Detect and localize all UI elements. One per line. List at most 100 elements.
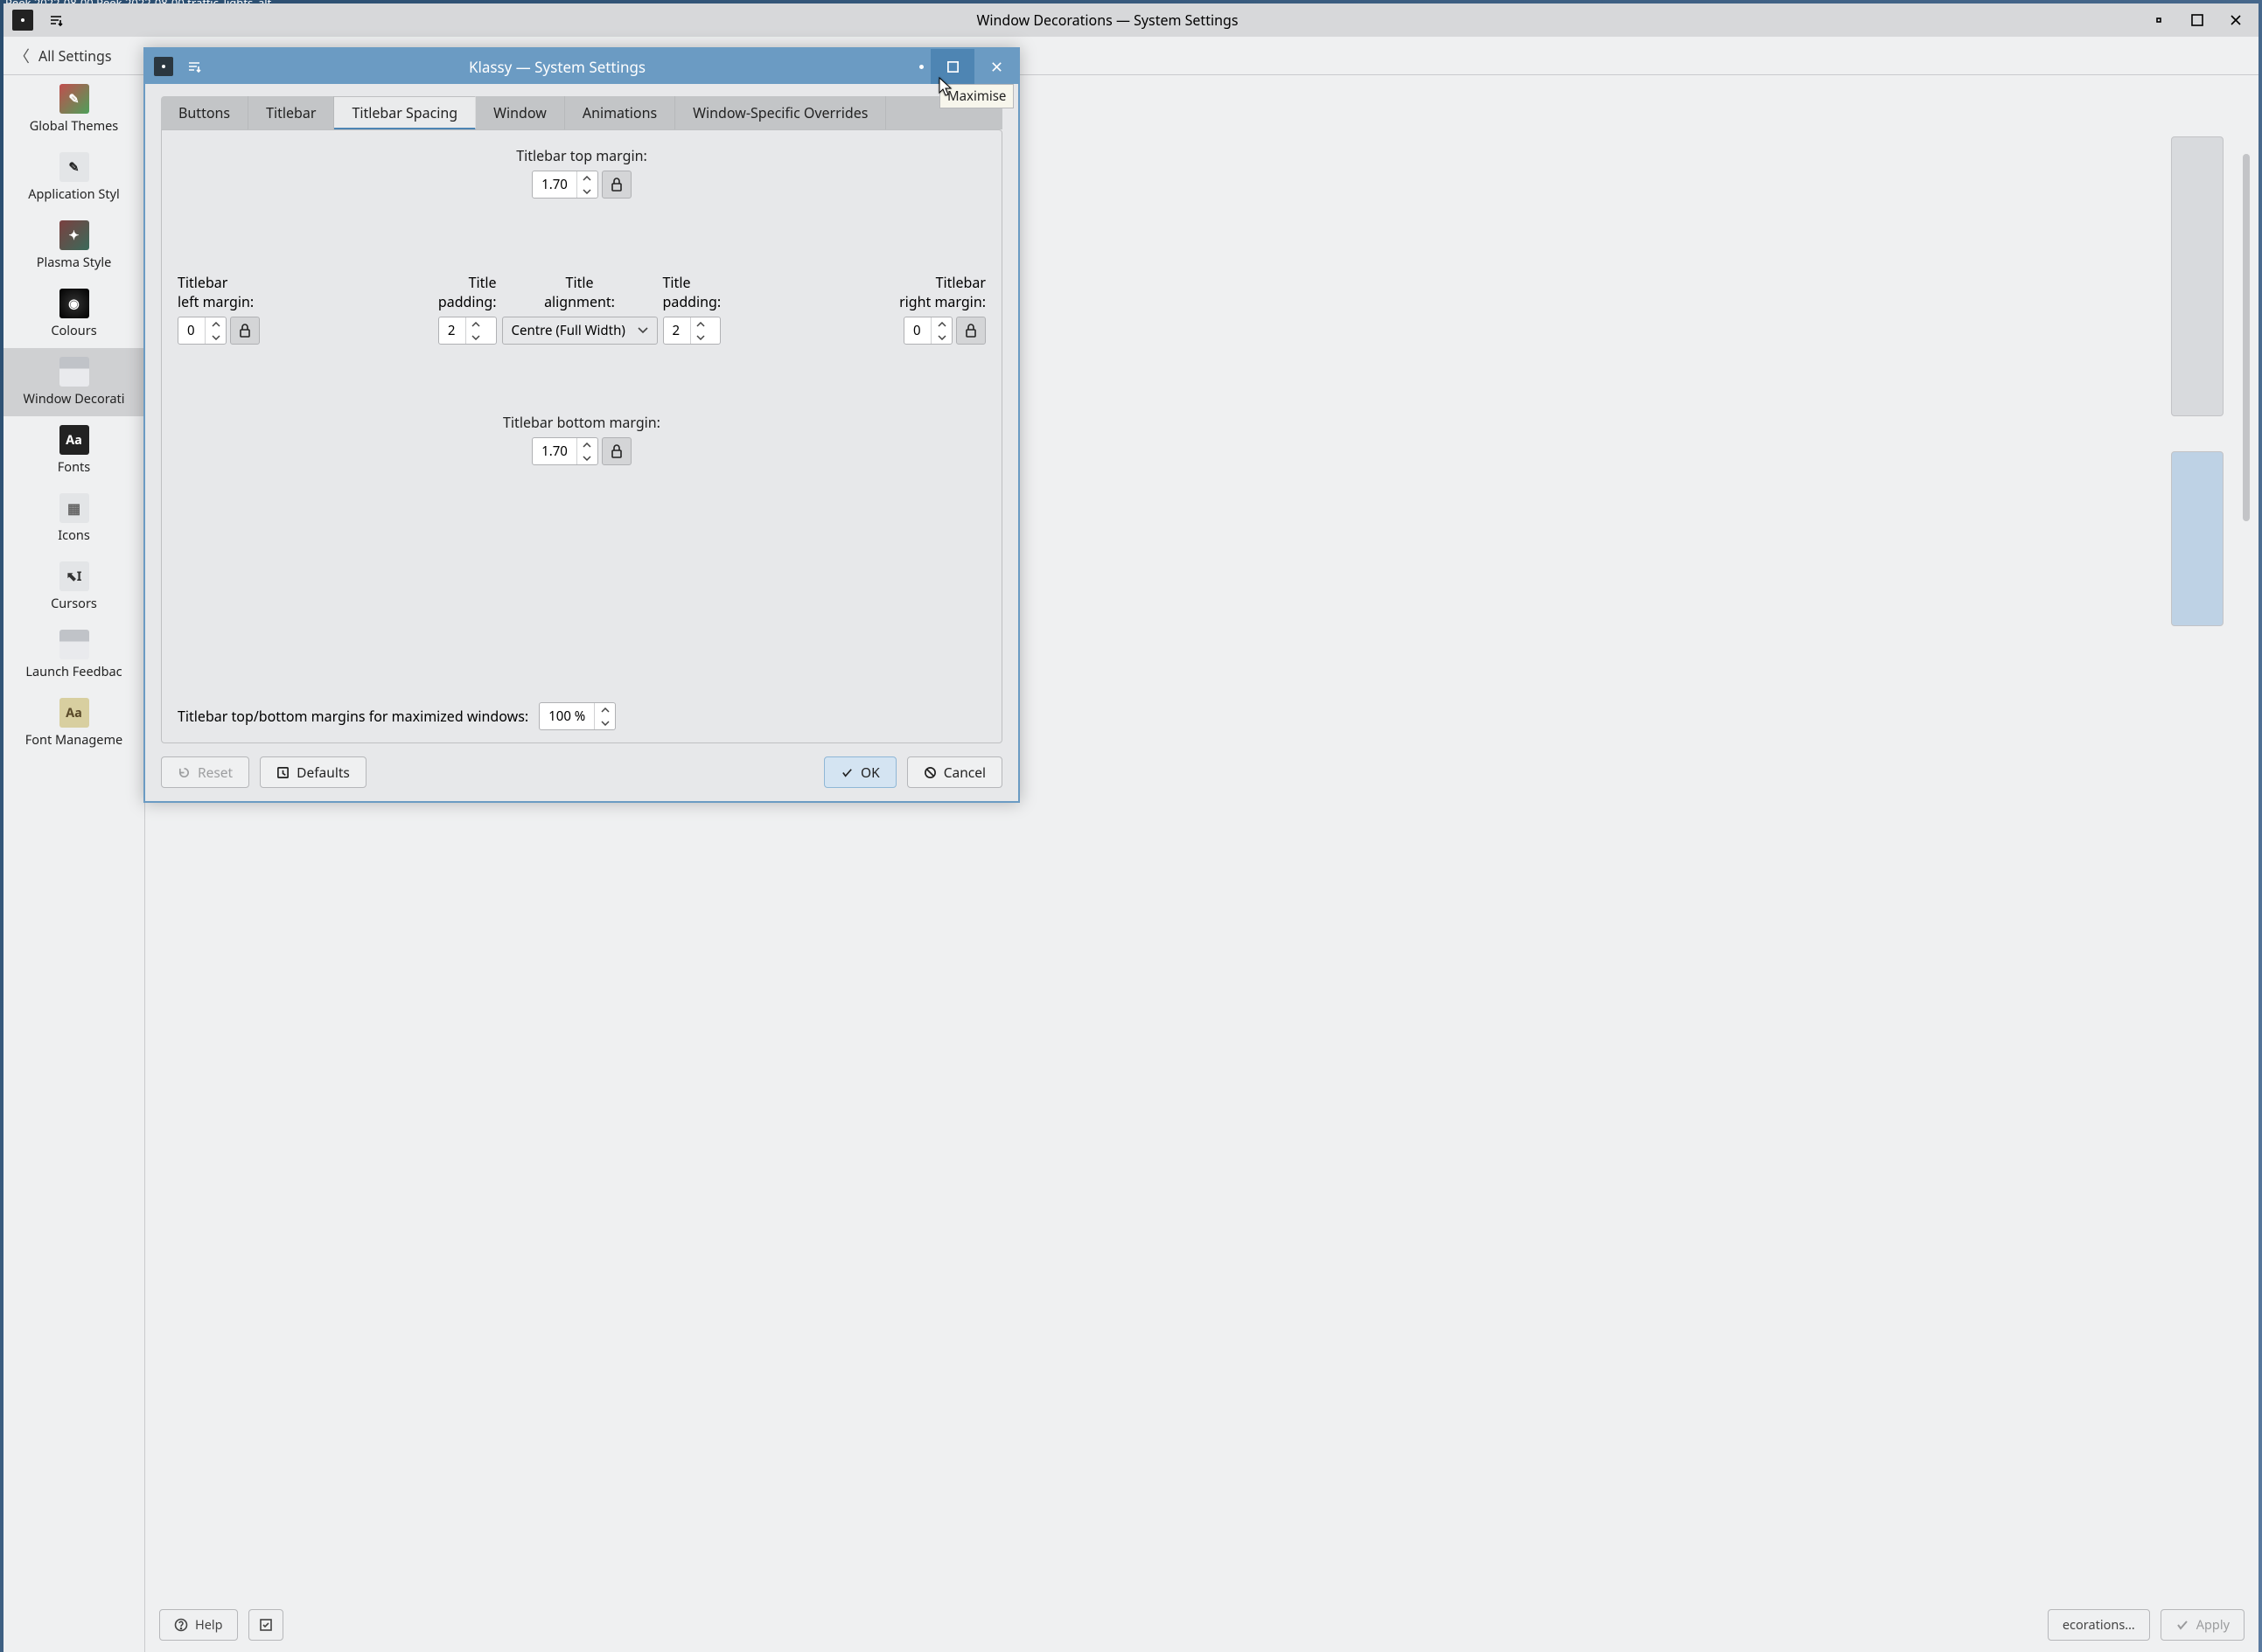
right-margin-spinbox[interactable]: 0 <box>904 317 953 345</box>
cancel-button[interactable]: Cancel <box>907 756 1002 788</box>
left-margin-spinbox[interactable]: 0 <box>178 317 227 345</box>
sidebar-item-launch-feedback[interactable]: Launch Feedbac <box>3 621 144 689</box>
sidebar-item-colours[interactable]: ◉Colours <box>3 280 144 348</box>
titlebar-spacing-panel: Titlebar top margin: 1.70 Titlebarleft m… <box>161 129 1002 743</box>
chevron-left-icon: 〈 <box>14 45 30 67</box>
app-icon <box>12 10 33 31</box>
sidebar-item-icons[interactable]: ▦Icons <box>3 484 144 553</box>
sidebar-item-fonts[interactable]: AaFonts <box>3 416 144 484</box>
spin-down-icon[interactable] <box>466 331 486 344</box>
tooltip: Maximise <box>939 84 1014 108</box>
spin-up-icon[interactable] <box>595 703 615 716</box>
spin-up-icon[interactable] <box>691 317 711 331</box>
sidebar-item-label: Font Manageme <box>25 731 122 749</box>
sidebar-item-label: Plasma Style <box>37 254 112 271</box>
bottom-margin-label: Titlebar bottom margin: <box>171 413 993 432</box>
maximized-margins-label: Titlebar top/bottom margins for maximize… <box>178 707 528 726</box>
button-label: Apply <box>2196 1616 2230 1634</box>
spin-up-icon[interactable] <box>206 317 226 331</box>
title-padding-label-left: Titlepadding: <box>438 274 497 311</box>
scrollbar[interactable] <box>2243 154 2250 521</box>
tab-buttons[interactable]: Buttons <box>161 96 248 129</box>
sort-icon[interactable] <box>185 58 203 75</box>
spin-up-icon[interactable] <box>466 317 486 331</box>
title-padding-right-spinbox[interactable]: 2 <box>663 317 722 345</box>
parent-titlebar: Window Decorations — System Settings <box>3 3 2259 37</box>
tab-window[interactable]: Window <box>476 96 565 129</box>
keep-above-icon[interactable] <box>911 49 931 84</box>
get-decorations-button[interactable]: ecorations… <box>2048 1609 2150 1641</box>
button-label: Reset <box>198 763 233 782</box>
lock-button[interactable] <box>602 171 632 199</box>
button-label: Help <box>195 1616 223 1634</box>
sidebar-item-label: Application Styl <box>28 185 120 203</box>
sidebar-item-label: Global Themes <box>30 117 119 135</box>
dialog-title: Klassy — System Settings <box>203 57 911 77</box>
reset-button[interactable]: Reset <box>161 756 249 788</box>
close-icon[interactable] <box>2227 11 2245 29</box>
maximize-button[interactable] <box>931 49 974 84</box>
decoration-thumbnail[interactable] <box>2171 136 2224 416</box>
spinbox-value: 0 <box>904 317 931 344</box>
spin-down-icon[interactable] <box>577 451 597 464</box>
sidebar-item-global-themes[interactable]: ✎Global Themes <box>3 75 144 143</box>
title-alignment-combobox[interactable]: Centre (Full Width) <box>502 317 658 345</box>
left-margin-label: Titlebarleft margin: <box>178 274 254 311</box>
defaults-button[interactable]: Defaults <box>260 756 367 788</box>
spin-up-icon[interactable] <box>577 438 597 451</box>
tab-titlebar[interactable]: Titlebar <box>248 96 334 129</box>
spinbox-value: 1.70 <box>533 438 576 464</box>
spinbox-value: 1.70 <box>533 171 576 198</box>
parent-window: Window Decorations — System Settings 〈 A… <box>3 3 2259 1652</box>
sidebar-item-label: Colours <box>51 322 96 339</box>
lock-button[interactable] <box>602 437 632 465</box>
combobox-value: Centre (Full Width) <box>512 322 625 339</box>
keep-below-icon[interactable] <box>2150 11 2168 29</box>
sidebar-item-label: Icons <box>58 526 90 544</box>
top-margin-spinbox[interactable]: 1.70 <box>532 171 598 199</box>
top-margin-label: Titlebar top margin: <box>171 146 993 165</box>
ok-button[interactable]: OK <box>824 756 897 788</box>
sidebar-item-application-style[interactable]: ✎Application Styl <box>3 143 144 212</box>
tab-titlebar-spacing[interactable]: Titlebar Spacing <box>334 96 476 129</box>
spin-down-icon[interactable] <box>206 331 226 344</box>
breadcrumb-label: All Settings <box>38 46 112 66</box>
spinbox-value: 2 <box>439 317 465 344</box>
title-alignment-label: Titlealignment: <box>544 274 615 311</box>
help-button[interactable]: Help <box>159 1609 238 1641</box>
klassy-dialog: Klassy — System Settings Maximise Button… <box>143 47 1020 803</box>
sort-icon[interactable] <box>47 11 65 29</box>
sidebar-item-window-decorations[interactable]: Window Decorati <box>3 348 144 416</box>
tab-window-specific-overrides[interactable]: Window-Specific Overrides <box>675 96 886 129</box>
bottom-margin-spinbox[interactable]: 1.70 <box>532 437 598 465</box>
spin-down-icon[interactable] <box>691 331 711 344</box>
spinbox-value: 0 <box>178 317 205 344</box>
spin-down-icon[interactable] <box>595 716 615 729</box>
defaults-indicator-button[interactable] <box>248 1609 283 1641</box>
button-label: ecorations… <box>2063 1616 2135 1634</box>
maximize-icon[interactable] <box>2189 11 2206 29</box>
chevron-down-icon <box>638 327 648 334</box>
right-margin-label: Titlebarright margin: <box>899 274 986 311</box>
sidebar-item-label: Fonts <box>58 458 90 476</box>
button-label: Defaults <box>297 763 350 782</box>
lock-button[interactable] <box>956 317 986 345</box>
tab-bar: Buttons Titlebar Titlebar Spacing Window… <box>161 96 1002 129</box>
spin-up-icon[interactable] <box>577 171 597 185</box>
sidebar-item-font-management[interactable]: AaFont Manageme <box>3 689 144 757</box>
sidebar-item-cursors[interactable]: ⬉ICursors <box>3 553 144 621</box>
close-button[interactable] <box>974 49 1018 84</box>
lock-button[interactable] <box>230 317 260 345</box>
settings-sidebar: ✎Global Themes ✎Application Styl ✦Plasma… <box>3 75 145 1652</box>
title-padding-left-spinbox[interactable]: 2 <box>438 317 497 345</box>
decoration-thumbnail[interactable] <box>2171 451 2224 626</box>
dialog-button-bar: Reset Defaults OK Cancel <box>145 752 1018 801</box>
tab-animations[interactable]: Animations <box>565 96 675 129</box>
button-label: OK <box>861 763 880 782</box>
spin-down-icon[interactable] <box>577 185 597 198</box>
sidebar-item-plasma-style[interactable]: ✦Plasma Style <box>3 212 144 280</box>
maximized-margins-spinbox[interactable]: 100 % <box>539 702 616 730</box>
apply-button[interactable]: Apply <box>2161 1609 2245 1641</box>
spin-up-icon[interactable] <box>932 317 952 331</box>
spin-down-icon[interactable] <box>932 331 952 344</box>
